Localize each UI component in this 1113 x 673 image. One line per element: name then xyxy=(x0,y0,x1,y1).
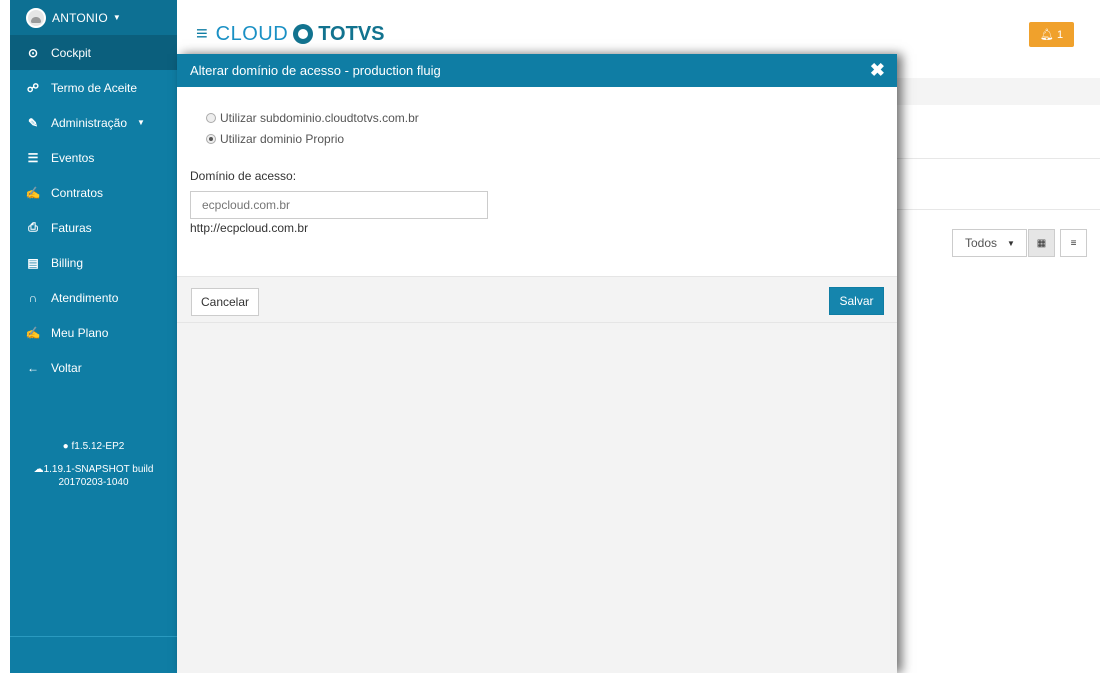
totvs-logo-icon xyxy=(293,24,314,44)
cancel-button[interactable]: Cancelar xyxy=(191,288,259,316)
sidebar: ANTONIO ▼ ⊙ Cockpit ☍ Termo de Aceite ✎ … xyxy=(10,0,177,673)
grid-icon: ▦ xyxy=(1036,237,1047,249)
list-icon: ☰ xyxy=(27,150,39,165)
cloud-icon: ☁ xyxy=(33,464,44,475)
domain-field-label: Domínio de acesso: xyxy=(190,169,297,183)
notifications-count: 1 xyxy=(1056,28,1064,41)
domain-help-text: http://ecpcloud.com.br xyxy=(190,221,309,235)
modal-title: Alterar domínio de acesso - production f… xyxy=(190,63,441,78)
wrench-icon: ✎ xyxy=(27,115,39,130)
sidebar-item-voltar[interactable]: ← Voltar xyxy=(10,350,177,385)
version-info: ● f1.5.12-EP2 ☁1.19.1-SNAPSHOT build 201… xyxy=(10,440,177,489)
bell-icon: 🔔︎ xyxy=(1039,29,1054,41)
user-menu[interactable]: ANTONIO ▼ xyxy=(10,0,177,35)
modal-footer: Cancelar Salvar xyxy=(177,277,897,323)
save-button[interactable]: Salvar xyxy=(829,287,884,315)
modal-header: Alterar domínio de acesso - production f… xyxy=(177,54,897,87)
sidebar-item-label: Cockpit xyxy=(51,45,92,60)
sidebar-item-label: Contratos xyxy=(51,185,104,200)
version-row: ● f1.5.12-EP2 xyxy=(10,440,177,453)
sidebar-item-termo-de-aceite[interactable]: ☍ Termo de Aceite xyxy=(10,70,177,105)
sidebar-item-contratos[interactable]: ✍ Contratos xyxy=(10,175,177,210)
radio-own-domain[interactable]: Utilizar dominio Proprio xyxy=(206,132,344,146)
grid-view-button[interactable]: ▦ xyxy=(1028,229,1055,257)
sidebar-divider xyxy=(10,636,177,637)
filter-value: Todos xyxy=(965,236,998,250)
chevron-down-icon: ▼ xyxy=(1007,238,1015,248)
close-icon[interactable]: ✖ xyxy=(870,61,885,79)
sidebar-item-label: Voltar xyxy=(51,360,82,375)
logo-brand-text: TOTVS xyxy=(318,22,385,45)
sidebar-item-cockpit[interactable]: ⊙ Cockpit xyxy=(10,35,177,70)
logo[interactable]: ≡ CLOUD TOTVS xyxy=(196,23,385,45)
sidebar-item-billing[interactable]: ▤ Billing xyxy=(10,245,177,280)
dashboard-icon: ⊙ xyxy=(27,45,39,60)
sidebar-item-label: Administração xyxy=(51,115,128,130)
arrow-left-icon: ← xyxy=(27,360,39,375)
sidebar-item-label: Termo de Aceite xyxy=(51,80,138,95)
radio-label: Utilizar dominio Proprio xyxy=(220,132,345,146)
change-domain-modal: Alterar domínio de acesso - production f… xyxy=(177,54,897,673)
sidebar-item-label: Billing xyxy=(51,255,84,270)
sidebar-item-label: Eventos xyxy=(51,150,95,165)
radio-label: Utilizar subdominio.cloudtotvs.com.br xyxy=(220,111,419,125)
list-view-button[interactable]: ≡ xyxy=(1060,229,1087,257)
top-header: ≡ CLOUD TOTVS 🔔︎ 1 xyxy=(177,0,1100,54)
background-row xyxy=(897,78,1100,105)
avatar xyxy=(26,7,46,28)
handshake-icon: ☍ xyxy=(26,80,40,95)
radio-button[interactable] xyxy=(206,134,216,144)
build-text-line1: 1.19.1-SNAPSHOT build xyxy=(43,464,154,475)
headphones-icon: ∩ xyxy=(28,290,38,305)
modal-body: Utilizar subdominio.cloudtotvs.com.br Ut… xyxy=(177,87,897,277)
chevron-down-icon: ▼ xyxy=(112,13,121,22)
domain-input[interactable] xyxy=(190,191,488,219)
edit-icon: ✍ xyxy=(25,325,41,340)
sidebar-item-atendimento[interactable]: ∩ Atendimento xyxy=(10,280,177,315)
print-icon: ⎙ xyxy=(28,220,38,234)
fire-icon: ● xyxy=(62,441,69,452)
logo-cloud-text: CLOUD xyxy=(215,22,289,45)
user-name: ANTONIO xyxy=(52,10,108,25)
build-row: ☁1.19.1-SNAPSHOT build xyxy=(10,463,177,476)
sidebar-item-label: Atendimento xyxy=(51,290,119,305)
hamburger-icon[interactable]: ≡ xyxy=(196,24,208,44)
radio-subdomain[interactable]: Utilizar subdominio.cloudtotvs.com.br xyxy=(206,111,419,125)
sidebar-item-eventos[interactable]: ☰ Eventos xyxy=(10,140,177,175)
filter-select[interactable]: Todos ▼ xyxy=(952,229,1027,257)
radio-button[interactable] xyxy=(206,113,216,123)
build-text-line2: 20170203-1040 xyxy=(58,477,129,488)
chevron-down-icon: ▼ xyxy=(137,118,145,127)
sidebar-item-label: Meu Plano xyxy=(51,325,109,340)
sidebar-item-label: Faturas xyxy=(51,220,92,235)
version-text: f1.5.12-EP2 xyxy=(71,441,125,452)
divider xyxy=(897,209,1100,210)
list-icon: ≡ xyxy=(1070,237,1077,249)
sidebar-item-meu-plano[interactable]: ✍ Meu Plano xyxy=(10,315,177,350)
file-icon: ▤ xyxy=(27,255,39,270)
divider xyxy=(897,158,1100,159)
sidebar-item-faturas[interactable]: ⎙ Faturas xyxy=(10,210,177,245)
sidebar-item-administracao[interactable]: ✎ Administração ▼ xyxy=(10,105,177,140)
edit-icon: ✍ xyxy=(25,185,41,200)
notifications-button[interactable]: 🔔︎ 1 xyxy=(1029,22,1074,47)
